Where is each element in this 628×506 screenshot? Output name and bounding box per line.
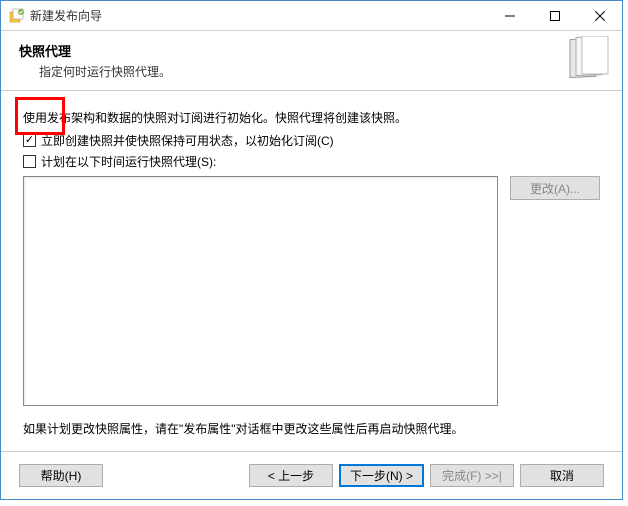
next-button[interactable]: 下一步(N) >: [339, 464, 424, 487]
checkbox-create-snapshot[interactable]: 立即创建快照并使快照保持可用状态，以初始化订阅(C): [23, 132, 600, 149]
checkbox-schedule-agent[interactable]: 计划在以下时间运行快照代理(S):: [23, 153, 600, 170]
page-subtitle: 指定何时运行快照代理。: [39, 63, 604, 80]
schedule-area: 更改(A)...: [23, 176, 600, 406]
checkbox-icon: [23, 134, 36, 147]
cancel-button[interactable]: 取消: [520, 464, 604, 487]
window-controls: [487, 1, 622, 30]
minimize-button[interactable]: [487, 1, 532, 30]
titlebar: 新建发布向导: [1, 1, 622, 31]
footer: 帮助(H) < 上一步 下一步(N) > 完成(F) >>| 取消: [1, 451, 622, 499]
checkbox-icon: [23, 155, 36, 168]
maximize-button[interactable]: [532, 1, 577, 30]
schedule-display-box: [23, 176, 498, 406]
content-area: 使用发布架构和数据的快照对订阅进行初始化。快照代理将创建该快照。 立即创建快照并…: [1, 91, 622, 451]
header-decoration-icon: [562, 36, 612, 84]
checkbox-label: 立即创建快照并使快照保持可用状态，以初始化订阅(C): [41, 132, 334, 149]
finish-button: 完成(F) >>|: [430, 464, 514, 487]
note-text: 如果计划更改快照属性，请在"发布属性"对话框中更改这些属性后再启动快照代理。: [23, 420, 600, 437]
back-button[interactable]: < 上一步: [249, 464, 333, 487]
app-icon: [9, 8, 25, 24]
page-title: 快照代理: [19, 41, 604, 60]
header-panel: 快照代理 指定何时运行快照代理。: [1, 31, 622, 91]
close-button[interactable]: [577, 1, 622, 30]
intro-text: 使用发布架构和数据的快照对订阅进行初始化。快照代理将创建该快照。: [23, 109, 600, 126]
checkbox-label: 计划在以下时间运行快照代理(S):: [41, 153, 216, 170]
change-button: 更改(A)...: [510, 176, 600, 200]
wizard-window: 新建发布向导 快照代理 指定何时运行快照代理。 使: [0, 0, 623, 500]
help-button[interactable]: 帮助(H): [19, 464, 103, 487]
window-title: 新建发布向导: [30, 7, 487, 24]
